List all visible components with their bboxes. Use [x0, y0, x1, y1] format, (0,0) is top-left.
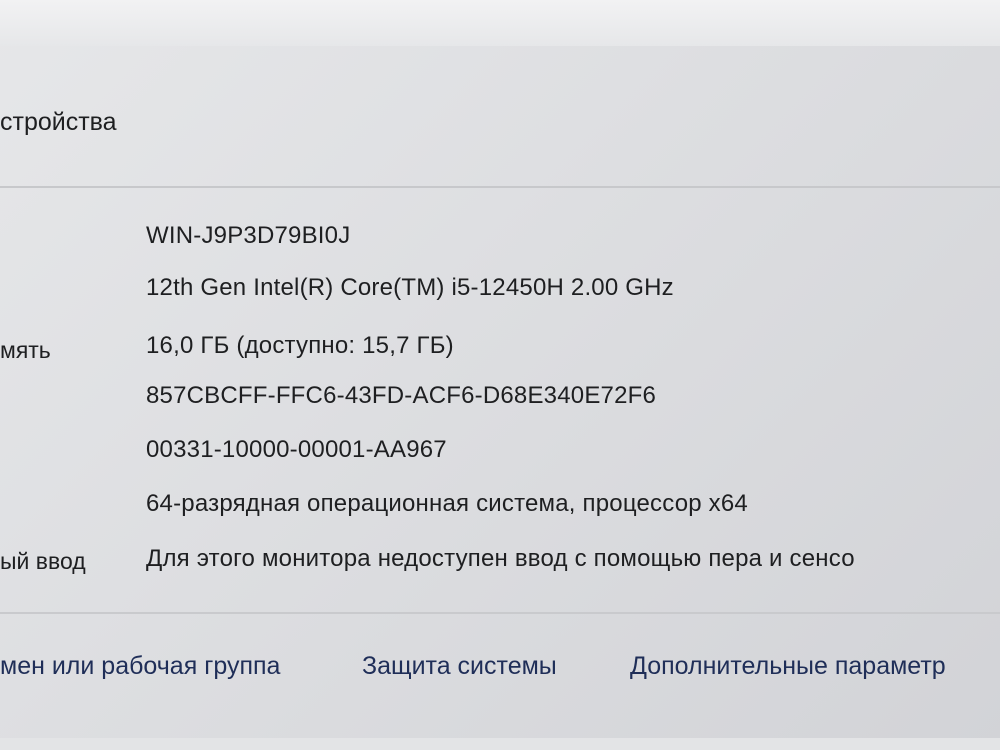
advanced-settings-link[interactable]: Дополнительные параметр	[630, 652, 946, 681]
processor-value: 12th Gen Intel(R) Core(TM) i5-12450H 2.0…	[146, 274, 674, 301]
ram-value: 16,0 ГБ (доступно: 15,7 ГБ)	[146, 332, 454, 359]
device-specs-heading: стройства	[0, 108, 117, 136]
footer-divider	[0, 612, 1000, 614]
device-name-value: WIN-J9P3D79BI0J	[146, 222, 351, 249]
section-divider	[0, 186, 1000, 188]
window-top-area	[0, 0, 1000, 46]
system-type-value: 64-разрядная операционная система, проце…	[146, 490, 748, 517]
ram-label: мять	[0, 337, 51, 363]
domain-workgroup-link[interactable]: мен или рабочая группа	[0, 652, 280, 681]
product-id-value: 00331-10000-00001-AA967	[146, 436, 447, 463]
window-bottom-area	[0, 738, 1000, 750]
system-protection-link[interactable]: Защита системы	[362, 652, 557, 681]
system-about-window: стройства WIN-J9P3D79BI0J 12th Gen Intel…	[0, 0, 1000, 750]
pen-touch-label: ый ввод	[0, 548, 86, 574]
pen-touch-value: Для этого монитора недоступен ввод с пом…	[146, 545, 855, 572]
device-id-value: 857CBCFF-FFC6-43FD-ACF6-D68E340E72F6	[146, 382, 657, 409]
